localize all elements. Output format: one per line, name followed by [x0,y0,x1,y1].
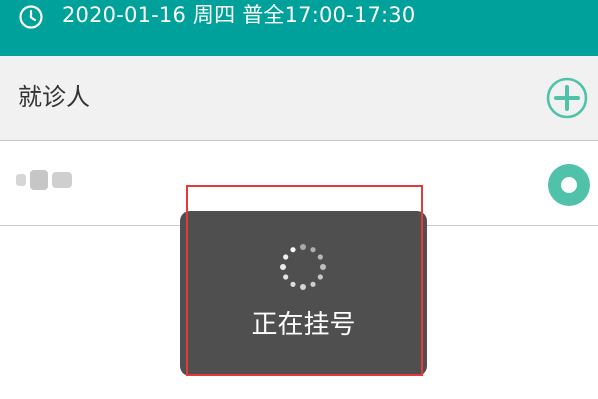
spinner-icon [277,241,329,293]
loading-message: 正在挂号 [251,310,356,340]
patient-name[interactable] [14,166,80,194]
spinner-dot [310,247,316,253]
spinner-dot [283,254,289,260]
spinner-dot [280,264,286,270]
spinner-dot [310,281,316,287]
plus-circle-icon [546,77,588,119]
add-patient-button[interactable] [546,77,588,119]
clock-icon [18,4,44,30]
spinner-dot [290,247,296,253]
appointment-datetime: 2020-01-16 周四 普全17:00-17:30 [62,3,416,27]
appointment-header: 2020-01-16 周四 普全17:00-17:30 [0,0,598,56]
patient-section-label: 就诊人 [18,83,90,111]
spinner-dot [320,264,326,270]
blurred-name-mask [16,170,72,190]
patient-section-header: 就诊人 [0,56,598,141]
radio-dot [561,177,577,193]
patient-selected-radio[interactable] [548,164,590,206]
screen: 2020-01-16 周四 普全17:00-17:30 就诊人 正在挂号 [0,0,598,399]
spinner-dot [300,244,306,250]
spinner-dot [283,274,289,280]
spinner-dot [317,254,323,260]
spinner-dot [290,281,296,287]
spinner-dot [317,274,323,280]
spinner-dot [300,284,306,290]
loading-toast: 正在挂号 [180,211,427,376]
